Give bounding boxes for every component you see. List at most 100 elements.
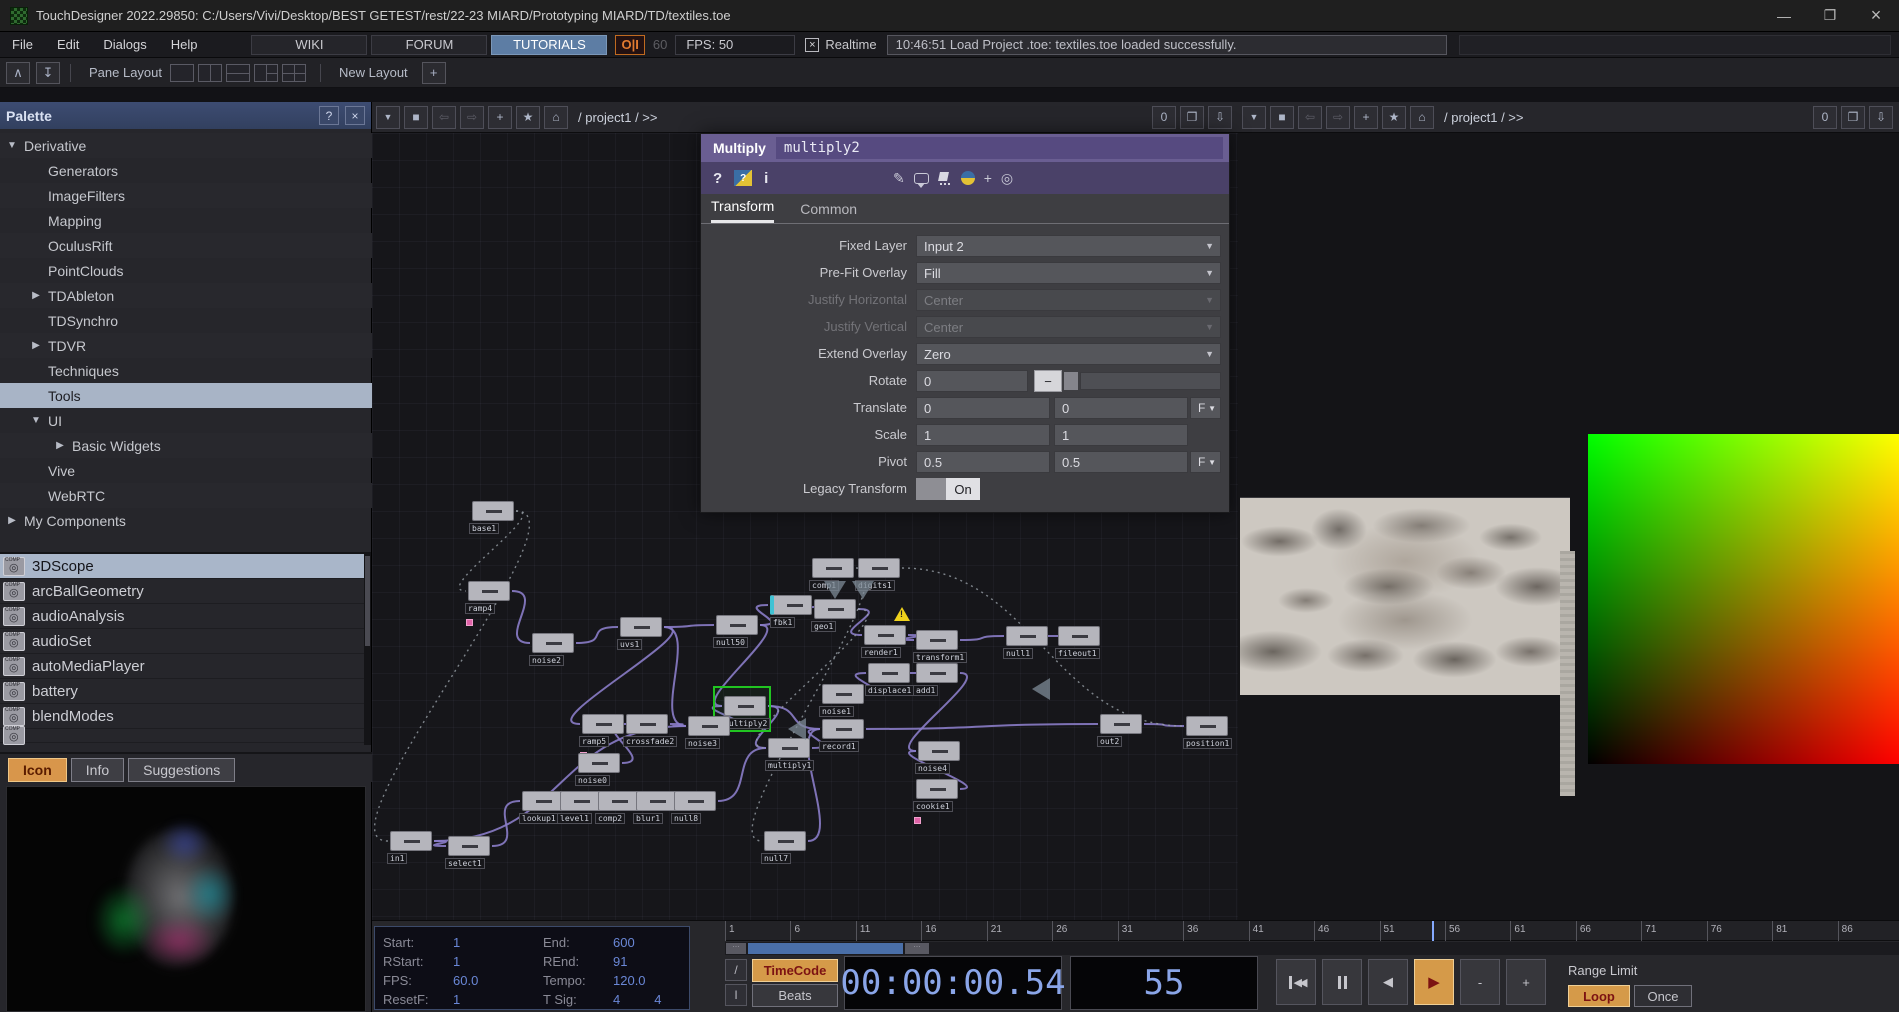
network-node-null1[interactable]: null1: [1006, 626, 1048, 646]
component-list-item[interactable]: 3DScope: [0, 554, 365, 579]
palette-close-button[interactable]: ×: [345, 106, 365, 125]
menu-edit[interactable]: Edit: [45, 37, 91, 52]
forum-button[interactable]: FORUM: [371, 35, 487, 55]
menu-file[interactable]: File: [0, 37, 45, 52]
component-list-scrollbar[interactable]: [364, 552, 371, 745]
skip-to-start-button[interactable]: ◀◀: [1276, 959, 1316, 1005]
oi-midi-button[interactable]: O|I: [615, 35, 644, 55]
pane-bookmark-button[interactable]: ★: [1382, 106, 1406, 129]
new-layout-add-button[interactable]: +: [422, 62, 446, 84]
realtime-toggle[interactable]: × Realtime: [805, 37, 876, 52]
network-node-blur1[interactable]: blur1: [636, 791, 678, 811]
pane-layout-grid-icon[interactable]: [282, 64, 306, 82]
network-node-null8[interactable]: null8: [674, 791, 716, 811]
network-node-lookup1[interactable]: lookup1: [522, 791, 564, 811]
info-icon[interactable]: i: [764, 170, 768, 187]
palette-tree-item[interactable]: OculusRift: [0, 233, 372, 258]
pane-forward-button[interactable]: ⇨: [1326, 106, 1350, 129]
pivot-units-dropdown[interactable]: F▼: [1190, 451, 1221, 473]
pane-dropdown-button[interactable]: ▼: [376, 106, 400, 129]
palette-tab-info[interactable]: Info: [71, 758, 124, 782]
pane-dropdown-button[interactable]: ▼: [1242, 106, 1266, 129]
palette-tree-item[interactable]: ▶Basic Widgets: [0, 433, 372, 458]
network-node-noise0[interactable]: noise0: [578, 753, 620, 773]
pane-layout-single-icon[interactable]: [170, 64, 194, 82]
pane-maximize-button[interactable]: ❐: [1180, 106, 1204, 129]
rotate-slider-knob[interactable]: [1064, 372, 1078, 390]
pause-button[interactable]: [1322, 959, 1362, 1005]
network-node-select1[interactable]: select1: [448, 836, 490, 856]
tree-right-arrow-icon[interactable]: ▶: [6, 515, 18, 526]
network-node-uvs1[interactable]: uvs1: [620, 617, 662, 637]
network-node-crossfade2[interactable]: crossfade2: [626, 714, 668, 734]
palette-tree-item[interactable]: Mapping: [0, 208, 372, 233]
comment-icon[interactable]: [914, 173, 929, 184]
legacy-toggle-off[interactable]: [916, 478, 946, 500]
pane-home-button[interactable]: ⌂: [1410, 106, 1434, 129]
pane-split-button[interactable]: ⇩: [1869, 106, 1893, 129]
palette-tree-item[interactable]: ▶My Components: [0, 508, 372, 533]
tutorials-button[interactable]: TUTORIALS: [491, 35, 607, 55]
component-list-item[interactable]: battery: [0, 679, 365, 704]
timeline-playhead[interactable]: [1432, 921, 1434, 941]
translate-y-field[interactable]: 0: [1054, 397, 1188, 419]
network-node-in1[interactable]: in1: [390, 831, 432, 851]
minimize-button[interactable]: —: [1761, 0, 1807, 32]
timeline-field-value[interactable]: 600: [613, 935, 635, 955]
tree-down-arrow-icon[interactable]: ▼: [30, 415, 42, 426]
palette-tree-item[interactable]: ▶TDAbleton: [0, 283, 372, 308]
tree-right-arrow-icon[interactable]: ▶: [54, 440, 66, 451]
network-node-displace1[interactable]: displace1: [868, 663, 910, 683]
palette-tree-item[interactable]: PointClouds: [0, 258, 372, 283]
palette-tree-item[interactable]: Generators: [0, 158, 372, 183]
step-back-button[interactable]: ◀: [1368, 959, 1408, 1005]
operator-name-field[interactable]: multiply2: [776, 137, 1223, 159]
frame-plus-button[interactable]: +: [1506, 959, 1546, 1005]
pane-back-button[interactable]: ⇦: [1298, 106, 1322, 129]
palette-tree-item[interactable]: Tools: [0, 383, 372, 408]
pane-maximize-button[interactable]: ❐: [1841, 106, 1865, 129]
scale-y-field[interactable]: 1: [1054, 424, 1188, 446]
beats-mode-button[interactable]: Beats: [752, 984, 838, 1007]
component-list-item[interactable]: [0, 729, 365, 743]
network-node-digits1[interactable]: digits1: [858, 558, 900, 578]
component-list-item[interactable]: blendModes: [0, 704, 365, 729]
network-node-add1[interactable]: add1: [916, 663, 958, 683]
palette-tab-suggestions[interactable]: Suggestions: [128, 758, 235, 782]
dock-button[interactable]: ↧: [36, 62, 60, 84]
pane-forward-button[interactable]: ⇨: [460, 106, 484, 129]
clear-icon[interactable]: [938, 171, 952, 185]
pivot-y-field[interactable]: 0.5: [1054, 451, 1188, 473]
tree-right-arrow-icon[interactable]: ▶: [30, 340, 42, 351]
collapse-panel-button[interactable]: ∧: [6, 62, 30, 84]
scrollbar-range[interactable]: [748, 943, 903, 954]
python-help-icon[interactable]: ?: [734, 170, 752, 186]
network-node-ramp4[interactable]: ramp4: [468, 581, 510, 601]
frame-mode-button[interactable]: /: [725, 959, 747, 981]
network-node-null50[interactable]: null50: [716, 615, 758, 635]
pane-back-button[interactable]: ⇦: [432, 106, 456, 129]
palette-tree-item[interactable]: ▶TDVR: [0, 333, 372, 358]
pane-home-button[interactable]: ⌂: [544, 106, 568, 129]
menu-dialogs[interactable]: Dialogs: [91, 37, 158, 52]
network-node-level1[interactable]: level1: [560, 791, 602, 811]
palette-tree-item[interactable]: ▼UI: [0, 408, 372, 433]
add-parameter-icon[interactable]: +: [984, 170, 992, 186]
realtime-checkbox[interactable]: ×: [805, 38, 819, 52]
viewer-pane[interactable]: [1238, 133, 1899, 920]
viewer-breadcrumb[interactable]: / project1 / >>: [1444, 110, 1524, 125]
network-node-position1[interactable]: position1: [1186, 716, 1228, 736]
python-mode-icon[interactable]: [961, 171, 975, 185]
pane-add-button[interactable]: +: [488, 106, 512, 129]
palette-tree-item[interactable]: WebRTC: [0, 483, 372, 508]
component-list-item[interactable]: autoMediaPlayer: [0, 654, 365, 679]
network-node-noise4[interactable]: noise4: [918, 741, 960, 761]
menu-help[interactable]: Help: [159, 37, 210, 52]
scrollbar-left-grip[interactable]: ⋯: [726, 943, 746, 954]
rotate-field[interactable]: 0: [916, 370, 1028, 392]
rotate-slider-handle[interactable]: −: [1034, 370, 1062, 392]
palette-tree-item[interactable]: TDSynchro: [0, 308, 372, 333]
extend-overlay-dropdown[interactable]: Zero▼: [916, 343, 1221, 365]
network-node-render1[interactable]: render1: [864, 625, 906, 645]
network-node-comp2[interactable]: comp2: [598, 791, 640, 811]
